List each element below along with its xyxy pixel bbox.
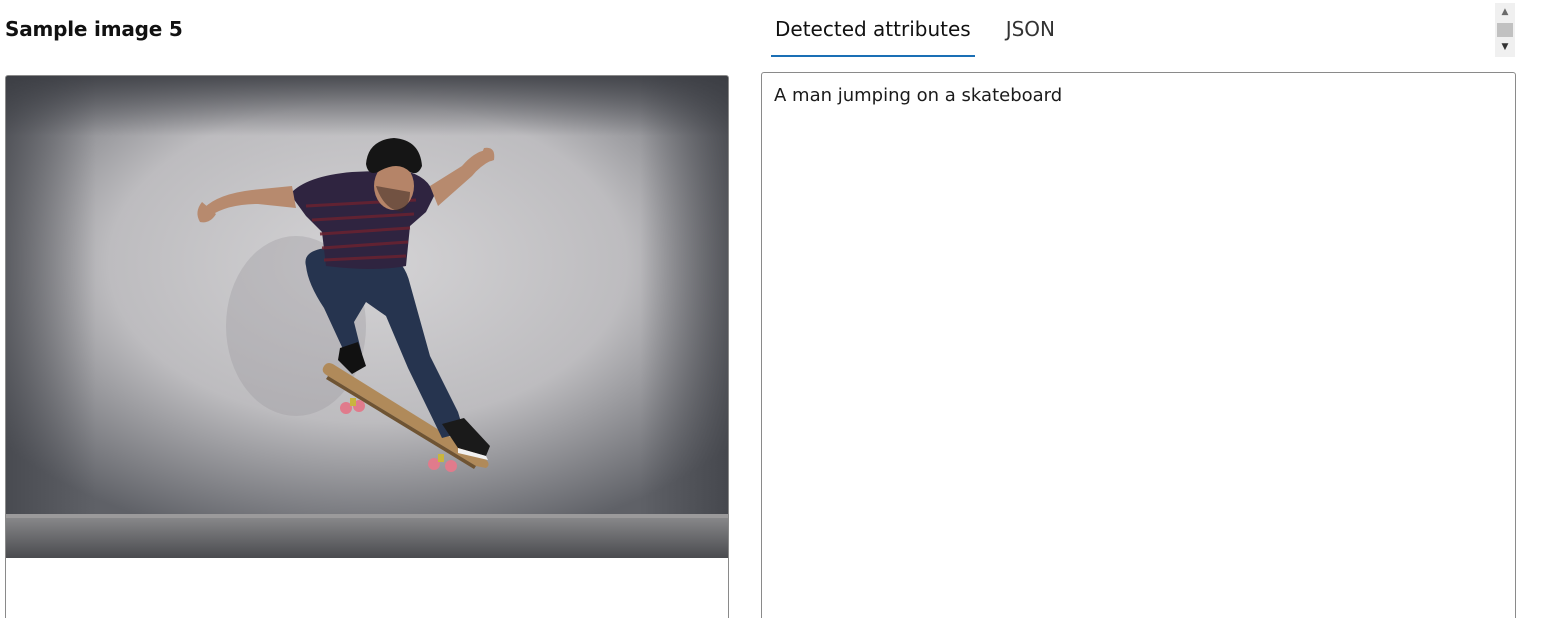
image-frame — [5, 75, 729, 618]
tabs-scrollbar[interactable]: ▲ ▼ — [1495, 3, 1515, 57]
tab-json[interactable]: JSON — [1006, 0, 1055, 41]
scroll-down-icon[interactable]: ▼ — [1495, 40, 1515, 54]
tab-detected-attributes[interactable]: Detected attributes — [771, 0, 975, 57]
sample-photo — [6, 76, 728, 558]
page: Sample image 5 Detected attributes JSON … — [0, 0, 1550, 618]
scroll-up-icon[interactable]: ▲ — [1495, 5, 1515, 19]
result-tabs: Detected attributes JSON — [771, 0, 1055, 58]
caption-text: A man jumping on a skateboard — [774, 85, 1063, 106]
scroll-thumb[interactable] — [1497, 23, 1513, 37]
sample-image-title: Sample image 5 — [5, 17, 183, 41]
tab-json-label: JSON — [1005, 17, 1055, 41]
detected-attributes-panel: A man jumping on a skateboard — [761, 72, 1516, 618]
tab-detected-attributes-label: Detected attributes — [775, 17, 971, 41]
